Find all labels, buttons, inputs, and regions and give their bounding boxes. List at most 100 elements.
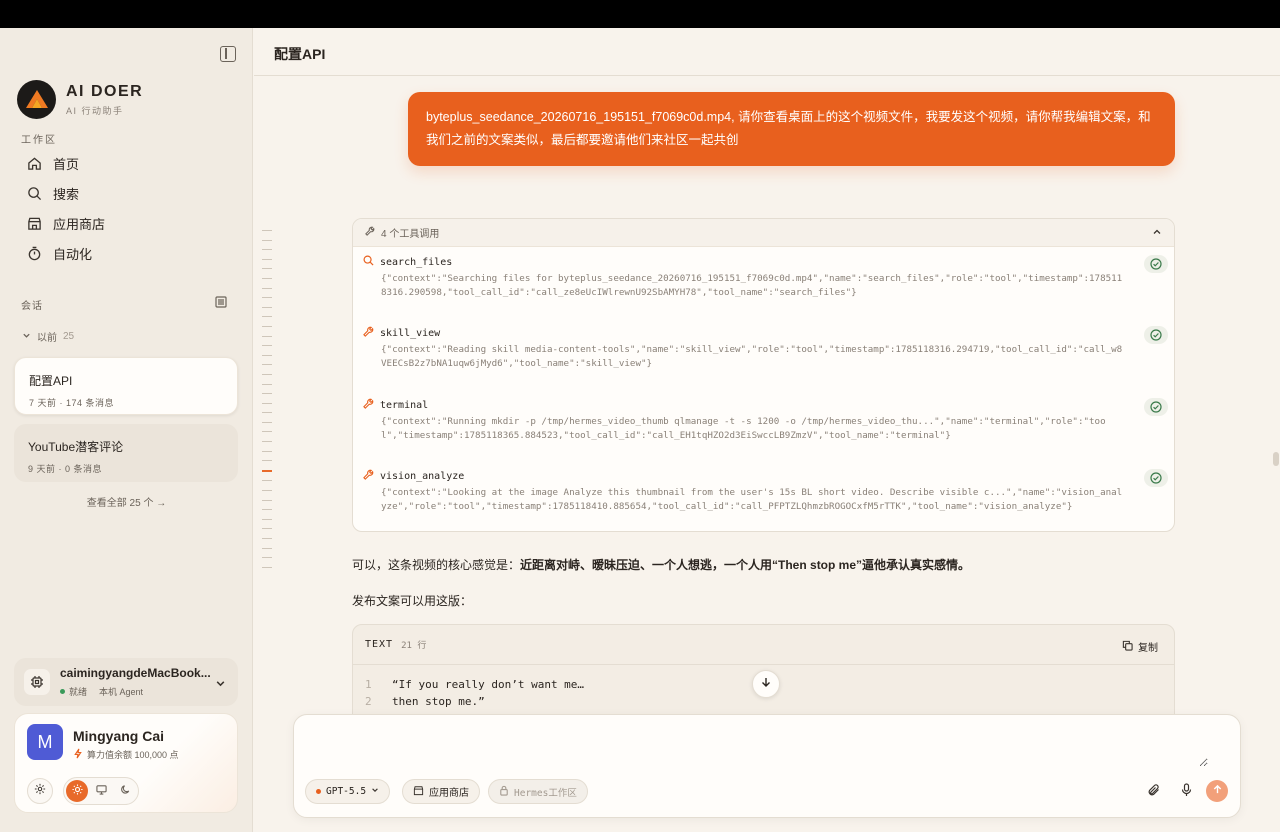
message-timeline[interactable] bbox=[262, 230, 274, 576]
timeline-mark bbox=[262, 460, 272, 462]
tool-calls-count: 4 个工具调用 bbox=[381, 229, 440, 240]
workspace-button[interactable]: Hermes工作区 bbox=[488, 779, 588, 804]
timeline-mark bbox=[262, 421, 272, 423]
timeline-mark bbox=[262, 557, 272, 559]
timeline-mark bbox=[262, 277, 272, 279]
search-icon bbox=[363, 255, 374, 269]
system-top-bar bbox=[0, 0, 1280, 28]
timer-icon bbox=[26, 245, 42, 261]
timeline-mark bbox=[262, 316, 272, 318]
conversation-item[interactable]: YouTube潜客评论 9 天前 · 0 条消息 bbox=[14, 424, 238, 482]
tool-call-item[interactable]: search_files {"context":"Searching files… bbox=[363, 255, 1168, 300]
see-all-conversations-link[interactable]: 查看全部 25 个 → bbox=[0, 494, 253, 509]
attach-button[interactable] bbox=[1144, 782, 1164, 802]
brand: AI DOER AI 行动助手 bbox=[17, 80, 143, 119]
avatar[interactable]: M bbox=[27, 724, 63, 760]
tool-json: {"context":"Looking at the image Analyze… bbox=[381, 487, 1123, 512]
tool-calls-header[interactable]: 4 个工具调用 bbox=[353, 219, 1174, 247]
tool-json: {"context":"Running mkdir -p /tmp/hermes… bbox=[381, 416, 1106, 441]
timeline-mark bbox=[262, 402, 272, 404]
timeline-mark bbox=[262, 354, 272, 356]
tool-call-item[interactable]: terminal {"context":"Running mkdir -p /t… bbox=[363, 398, 1168, 443]
timeline-mark bbox=[262, 566, 272, 568]
timeline-mark bbox=[262, 268, 272, 270]
sidebar-item-home[interactable]: 首页 bbox=[14, 148, 240, 178]
timeline-mark bbox=[262, 306, 272, 308]
theme-system-button[interactable] bbox=[90, 780, 112, 802]
monitor-icon bbox=[95, 782, 107, 800]
sidebar-item-label: 自动化 bbox=[53, 246, 93, 262]
composer: GPT-5.5 应用商店 Hermes工作区 bbox=[293, 714, 1241, 818]
code-line-count: 21 行 bbox=[401, 641, 427, 651]
tool-json: {"context":"Searching files for byteplus… bbox=[381, 273, 1123, 298]
theme-dark-button[interactable] bbox=[114, 780, 136, 802]
timeline-mark bbox=[262, 258, 272, 260]
sidebar-item-search[interactable]: 搜索 bbox=[14, 178, 240, 208]
tool-call-item[interactable]: skill_view {"context":"Reading skill med… bbox=[363, 326, 1168, 371]
microphone-icon bbox=[1180, 782, 1193, 802]
conversations-label: 会话 bbox=[21, 300, 43, 312]
timeline-mark bbox=[262, 383, 272, 385]
conversation-meta: 7 天前 · 174 条消息 bbox=[29, 398, 115, 408]
send-button[interactable] bbox=[1206, 780, 1228, 802]
scrollbar-handle[interactable] bbox=[1273, 452, 1279, 466]
chip-icon bbox=[24, 669, 50, 695]
voice-button[interactable] bbox=[1176, 782, 1196, 802]
check-circle-icon bbox=[1144, 326, 1168, 344]
model-name: GPT-5.5 bbox=[326, 786, 367, 797]
conversation-item-active[interactable]: 配置API 7 天前 · 174 条消息 bbox=[14, 357, 238, 415]
arrow-up-icon bbox=[1212, 782, 1223, 800]
timeline-mark bbox=[262, 393, 272, 395]
sidebar-item-store[interactable]: 应用商店 bbox=[14, 208, 240, 238]
chevron-up-icon[interactable] bbox=[1152, 227, 1162, 240]
check-circle-icon bbox=[1144, 469, 1168, 487]
tool-call-item[interactable]: vision_analyze {"context":"Looking at th… bbox=[363, 469, 1168, 514]
main-header: 配置API bbox=[254, 28, 1280, 76]
sidebar-item-automation[interactable]: 自动化 bbox=[14, 238, 240, 268]
scroll-to-bottom-button[interactable] bbox=[752, 670, 780, 698]
model-dot-icon bbox=[316, 789, 321, 794]
logo-icon bbox=[17, 80, 56, 119]
tool-json: {"context":"Reading skill media-content-… bbox=[381, 344, 1123, 369]
earlier-label: 以前 bbox=[37, 333, 57, 344]
tool-name: vision_analyze bbox=[380, 470, 465, 482]
check-circle-icon bbox=[1144, 255, 1168, 273]
timeline-mark bbox=[262, 230, 272, 231]
code-language: TEXT bbox=[365, 639, 394, 650]
line-text: “If you really don’t want me… bbox=[392, 678, 585, 691]
app-store-button[interactable]: 应用商店 bbox=[402, 779, 480, 804]
timeline-mark bbox=[262, 287, 272, 289]
line-number: 1 bbox=[365, 678, 372, 691]
timeline-mark bbox=[262, 373, 272, 375]
lock-icon bbox=[499, 785, 509, 799]
moon-icon bbox=[120, 782, 131, 800]
arrow-down-icon bbox=[760, 675, 772, 693]
timeline-mark bbox=[262, 335, 272, 337]
model-selector[interactable]: GPT-5.5 bbox=[305, 779, 391, 804]
assistant-highlight: 近距离对峙、暧昧压迫、一个人想逃，一个人用“Then stop me”逼他承认真… bbox=[520, 558, 971, 572]
machine-selector[interactable]: caimingyangdeMacBook... 就绪 本机 Agent bbox=[14, 658, 238, 706]
sidebar-item-label: 搜索 bbox=[53, 186, 80, 202]
brand-name: AI DOER bbox=[66, 82, 144, 100]
conversation-title: 配置API bbox=[29, 374, 73, 388]
settings-button[interactable] bbox=[27, 778, 53, 804]
wrench-icon bbox=[363, 469, 374, 483]
app-store-label: 应用商店 bbox=[429, 788, 469, 799]
message-input[interactable] bbox=[308, 727, 1208, 767]
code-block-header: TEXT 21 行 复制 bbox=[353, 625, 1174, 665]
tool-name: skill_view bbox=[380, 327, 441, 339]
sidebar: AI DOER AI 行动助手 工作区 首页 搜索 应用商店 自动化 会话 以前… bbox=[0, 28, 253, 832]
brand-subtitle: AI 行动助手 bbox=[66, 105, 124, 116]
conversations-list-icon[interactable] bbox=[215, 295, 227, 313]
copy-button[interactable]: 复制 bbox=[1122, 639, 1158, 654]
sidebar-collapse-icon[interactable] bbox=[220, 46, 236, 62]
tool-name: search_files bbox=[380, 256, 453, 268]
sidebar-item-label: 应用商店 bbox=[53, 216, 106, 232]
timeline-mark bbox=[262, 518, 272, 520]
timeline-mark bbox=[262, 364, 272, 366]
chevron-down-icon bbox=[371, 786, 379, 797]
sun-icon bbox=[71, 782, 83, 800]
page-title: 配置API bbox=[274, 46, 326, 62]
earlier-group-toggle[interactable]: 以前 25 bbox=[22, 329, 74, 344]
theme-light-button[interactable] bbox=[66, 780, 88, 802]
